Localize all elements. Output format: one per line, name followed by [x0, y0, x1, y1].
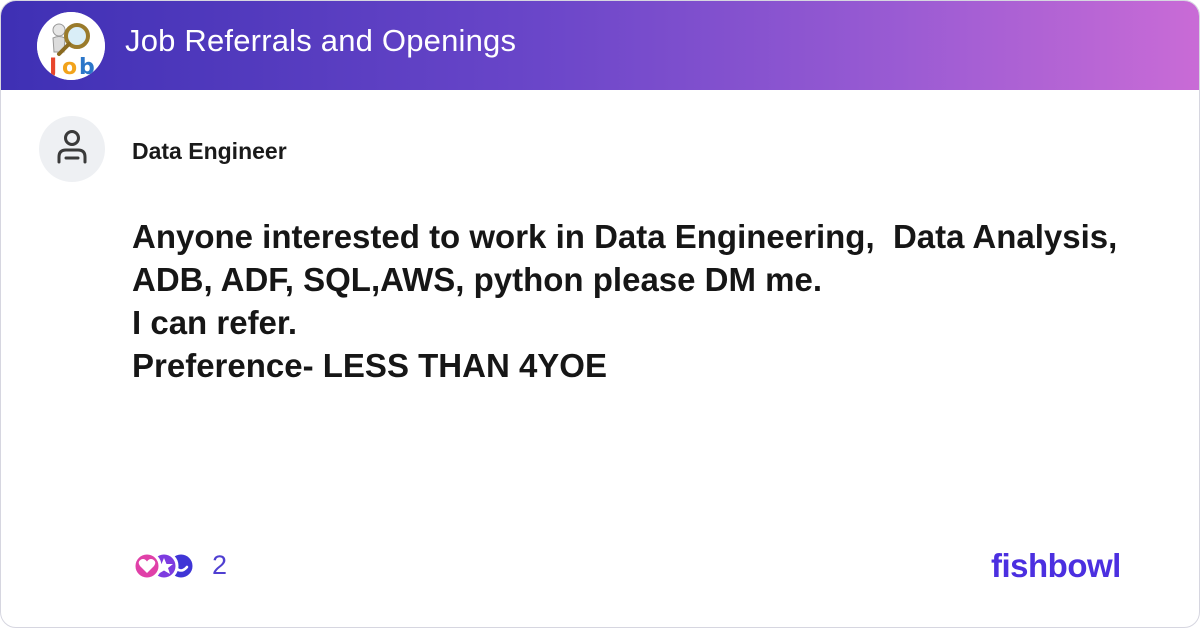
reactions-group[interactable]: [131, 549, 201, 583]
post-text-line: ADB, ADF, SQL,AWS, python please DM me.: [132, 261, 823, 298]
svg-text:J: J: [47, 55, 57, 80]
post-card: J o b Job Referrals and Openings Data En…: [0, 0, 1200, 628]
post-body: Anyone interested to work in Data Engine…: [132, 215, 1132, 387]
author-name[interactable]: Data Engineer: [132, 138, 287, 165]
author-avatar[interactable]: [39, 116, 105, 182]
job-search-logo-icon[interactable]: J o b: [37, 12, 105, 80]
fishbowl-logo[interactable]: fishbowl: [991, 547, 1121, 585]
post-text-line: I can refer.: [132, 304, 298, 341]
bowl-header: J o b Job Referrals and Openings: [1, 1, 1199, 90]
svg-text:b: b: [79, 55, 95, 80]
reaction-count[interactable]: 2: [212, 550, 227, 581]
post-text-line: Preference- LESS THAN 4YOE: [132, 347, 607, 384]
post-text-line: Anyone interested to work in Data Engine…: [132, 218, 1118, 255]
person-icon: [57, 130, 87, 164]
heart-reaction-icon: [132, 551, 162, 581]
bowl-title[interactable]: Job Referrals and Openings: [125, 23, 516, 59]
svg-text:o: o: [62, 55, 77, 80]
